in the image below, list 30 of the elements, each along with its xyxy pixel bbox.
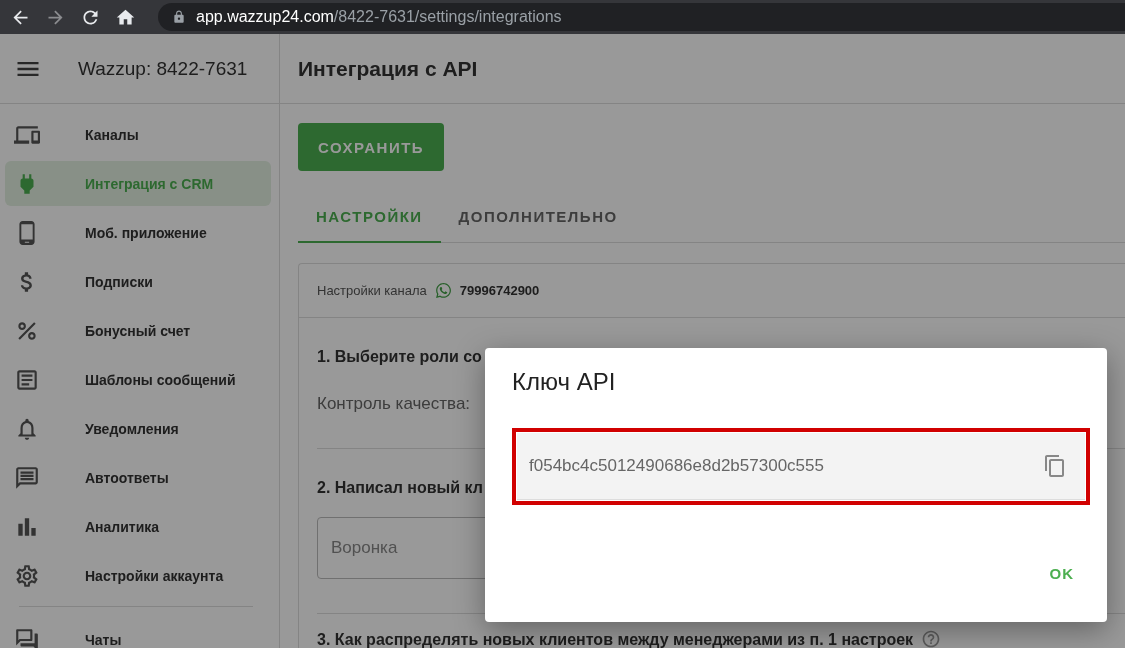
section-heading: 1. Выберите роли со: [317, 347, 482, 366]
sidebar-item[interactable]: Моб. приложение: [5, 210, 271, 255]
sidebar-item[interactable]: Шаблоны сообщений: [5, 357, 271, 402]
message-icon: [14, 464, 40, 491]
field-label: Контроль качества:: [317, 394, 471, 414]
sidebar-item[interactable]: Бонусный счет: [5, 308, 271, 353]
sidebar-item[interactable]: Подписки: [5, 259, 271, 304]
dialog-title: Ключ API: [512, 368, 617, 396]
sidebar-item[interactable]: Каналы: [5, 112, 271, 157]
tab[interactable]: ДОПОЛНИТЕЛЬНО: [440, 191, 636, 243]
page-title: Интеграция с API: [298, 56, 478, 81]
sidebar-item[interactable]: Автоответы: [5, 455, 271, 500]
channel-label: Настройки канала: [317, 283, 427, 298]
whatsapp-icon: [434, 282, 452, 299]
channel-number: 79996742900: [459, 283, 540, 298]
sidebar-item[interactable]: Чаты: [5, 617, 271, 648]
help-icon[interactable]: [921, 629, 942, 648]
address-url: app.wazzup24.com/8422-7631/settings/integrations: [196, 8, 562, 26]
sidebar-item[interactable]: Настройки аккаунта: [5, 553, 271, 598]
lock-icon: [172, 10, 186, 24]
settings-icon: [14, 562, 40, 589]
sidebar-item[interactable]: Уведомления: [5, 406, 271, 451]
chat-icon: [14, 626, 40, 648]
copy-icon[interactable]: [1043, 454, 1067, 478]
sidebar-item[interactable]: Аналитика: [5, 504, 271, 549]
address-bar[interactable]: app.wazzup24.com/8422-7631/settings/integrations: [158, 3, 1125, 31]
account-title: Wazzup: 8422-7631: [78, 57, 248, 80]
section-heading: 3. Как распределять новых клиентов между менеджерами из п. 1 настроек: [317, 629, 914, 648]
api-key-field[interactable]: f054bc4c5012490686e8d2b57300c555: [517, 433, 1085, 500]
section-heading: 2. Написал новый кл: [317, 478, 483, 497]
